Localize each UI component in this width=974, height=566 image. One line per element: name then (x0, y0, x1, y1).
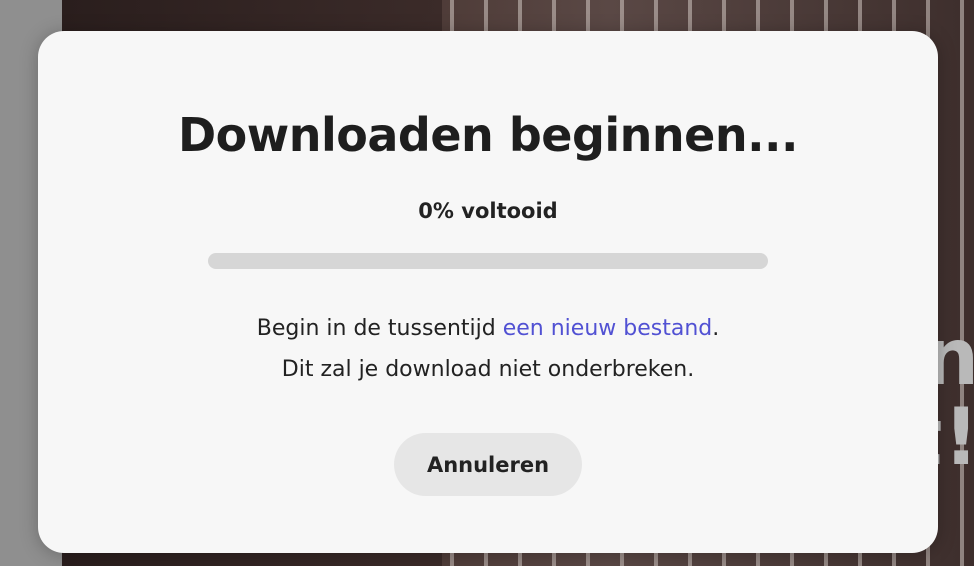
progress-label: 0% voltooid (418, 199, 558, 223)
message-suffix: . (712, 316, 720, 341)
new-file-link[interactable]: een nieuw bestand (503, 316, 713, 341)
dialog-title: Downloaden beginnen... (177, 108, 799, 162)
progress-bar (208, 253, 768, 269)
download-dialog: Downloaden beginnen... 0% voltooid Begin… (38, 31, 938, 553)
dialog-message: Begin in de tussentijd een nieuw bestand… (38, 308, 938, 390)
message-line-1: Begin in de tussentijd een nieuw bestand… (38, 308, 938, 349)
message-line-2: Dit zal je download niet onderbreken. (281, 357, 695, 382)
cancel-button[interactable]: Annuleren (394, 433, 582, 496)
message-prefix: Begin in de tussentijd (256, 316, 503, 341)
